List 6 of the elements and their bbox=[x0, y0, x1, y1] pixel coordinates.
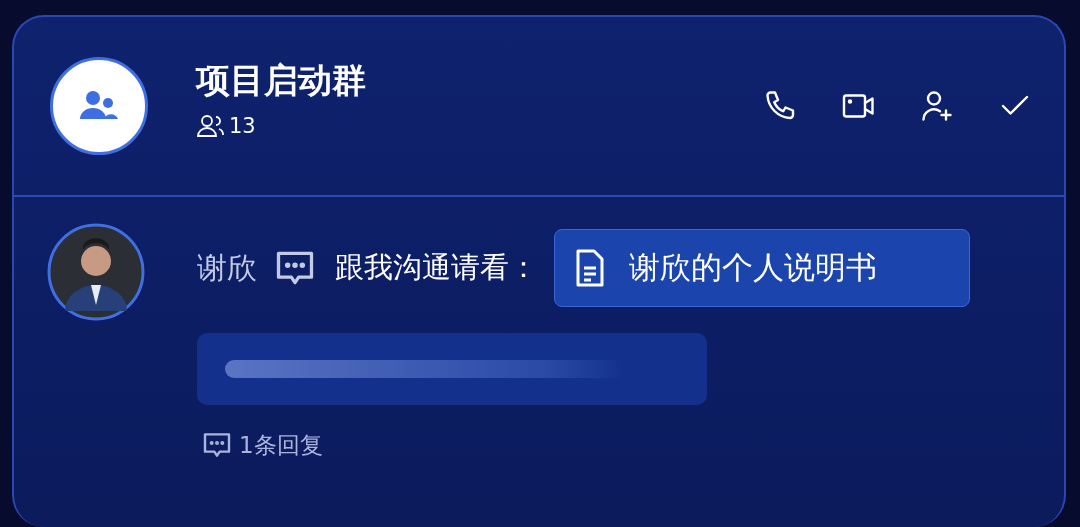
member-count: 13 bbox=[229, 114, 256, 138]
reply-count[interactable]: 1条回复 bbox=[239, 429, 323, 461]
document-link[interactable]: 谢欣的个人说明书 bbox=[554, 229, 970, 307]
message-text: 跟我沟通请看： bbox=[335, 249, 538, 286]
sender-name: 谢欣 bbox=[197, 248, 257, 287]
group-name: 项目启动群 bbox=[196, 59, 367, 102]
